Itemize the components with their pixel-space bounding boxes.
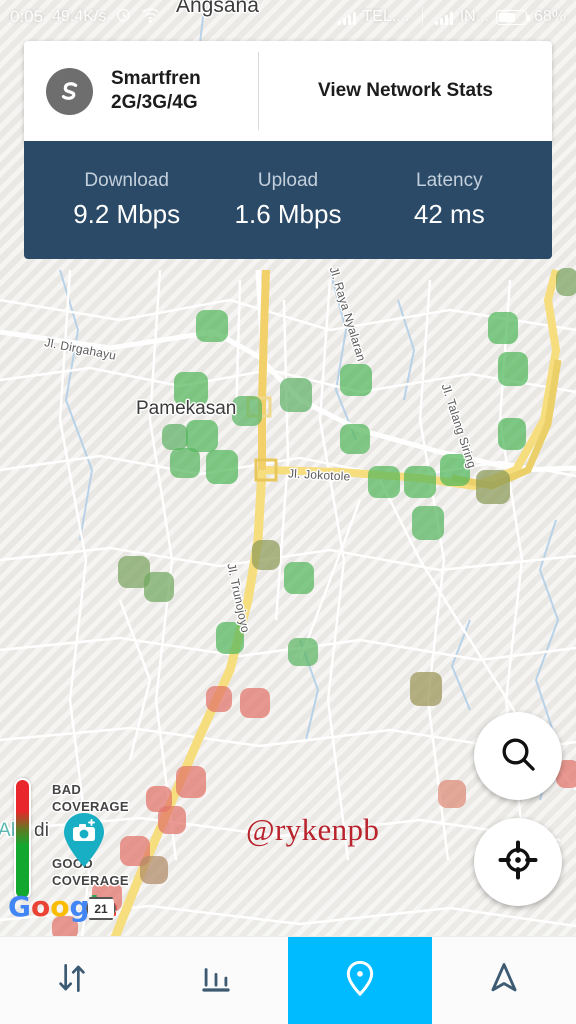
- coverage-tile: [340, 424, 370, 454]
- smartfren-logo-icon: [46, 67, 93, 115]
- coverage-tile: [240, 688, 270, 718]
- carrier-name-line2: 2G/3G/4G: [111, 92, 198, 113]
- coverage-tile: [140, 856, 168, 884]
- coverage-tile: [488, 312, 518, 344]
- coverage-tile: [280, 378, 312, 412]
- network-card-header: Smartfren 2G/3G/4G View Network Stats: [24, 41, 552, 141]
- crosshair-icon: [498, 840, 538, 885]
- coverage-tile: [196, 310, 228, 342]
- metric-download-label: Download: [84, 170, 169, 191]
- status-divider: [421, 7, 423, 27]
- search-icon: [498, 734, 538, 779]
- coverage-tile: [170, 448, 200, 478]
- coverage-tile: [498, 418, 526, 450]
- tab-navigate[interactable]: [432, 937, 576, 1024]
- signal-bars-sim2: [434, 10, 453, 25]
- metric-download-value: 9.2 Mbps: [73, 199, 181, 229]
- status-time: 0:05: [10, 7, 44, 26]
- speed-metrics-panel: Download 9.2 Mbps Upload 1.6 Mbps Latenc…: [24, 141, 552, 259]
- status-bar-right: TEL.... IN... 68%: [337, 7, 566, 27]
- status-bar: 0:05 49.4K/s TEL.... IN... 68%: [0, 0, 576, 34]
- sim1-label: TEL....: [362, 8, 410, 25]
- network-card: Smartfren 2G/3G/4G View Network Stats Do…: [24, 41, 552, 259]
- signal-bars-sim1: [337, 10, 356, 25]
- coverage-tile: [206, 450, 238, 484]
- coverage-tile: [252, 540, 280, 570]
- tab-stats[interactable]: [144, 937, 288, 1024]
- road-shield: 21: [86, 897, 116, 920]
- coverage-tile: [340, 364, 372, 396]
- coverage-tile: [438, 780, 466, 808]
- locate-fab[interactable]: [474, 818, 562, 906]
- camera-pin-icon[interactable]: [62, 812, 106, 873]
- coverage-tile: [176, 766, 206, 798]
- metric-latency-value: 42 ms: [413, 199, 485, 229]
- coverage-tile: [556, 268, 576, 296]
- navigation-arrow-icon: [485, 959, 523, 1002]
- carrier-name-block: Smartfren 2G/3G/4G: [111, 67, 201, 116]
- watermark: @rykenpb: [246, 812, 380, 847]
- search-fab[interactable]: [474, 712, 562, 800]
- carrier-name-line1: Smartfren: [111, 67, 201, 89]
- sim2-label: IN...: [459, 8, 489, 25]
- metric-upload-label: Upload: [257, 170, 319, 191]
- coverage-tile: [144, 572, 174, 602]
- coverage-tile: [412, 506, 444, 540]
- legend-good-line2: COVERAGE: [52, 872, 129, 888]
- metric-upload: Upload 1.6 Mbps: [207, 170, 368, 230]
- status-network-speed: 49.4K/s: [52, 8, 107, 25]
- coverage-tile: [158, 806, 186, 834]
- metric-latency-label: Latency: [416, 170, 483, 191]
- metric-upload-value: 1.6 Mbps: [234, 199, 342, 229]
- bottom-navigation: [0, 936, 576, 1024]
- coverage-tile: [498, 352, 528, 386]
- coverage-gradient-bar: [14, 778, 31, 900]
- app-root: Pamekasan Angsana Jl. Dirgahayu Jl. Raya…: [0, 0, 576, 1024]
- carrier-info[interactable]: Smartfren 2G/3G/4G: [24, 67, 258, 116]
- metric-latency: Latency 42 ms: [369, 170, 530, 230]
- view-network-stats-button[interactable]: View Network Stats: [259, 80, 552, 102]
- coverage-tile: [288, 638, 318, 666]
- tab-speedtest[interactable]: [0, 937, 144, 1024]
- coverage-tile: [162, 424, 188, 450]
- bar-chart-icon: [199, 961, 233, 1000]
- coverage-tile: [404, 466, 436, 498]
- coverage-tile: [476, 470, 510, 504]
- map-city-label: Pamekasan: [136, 398, 237, 419]
- partial-label-di: di: [34, 820, 50, 841]
- legend-bad-line1: BAD: [52, 782, 82, 797]
- coverage-tile: [232, 396, 262, 426]
- wifi-icon: [141, 7, 160, 28]
- map-pin-icon: [340, 958, 380, 1003]
- coverage-tile: [284, 562, 314, 594]
- legend-bad-label: BAD COVERAGE: [52, 782, 129, 815]
- metric-download: Download 9.2 Mbps: [46, 170, 207, 230]
- coverage-tile: [206, 686, 232, 712]
- battery-percent: 68%: [533, 8, 566, 25]
- coverage-tile: [410, 672, 442, 706]
- status-bar-left: 0:05 49.4K/s: [10, 6, 160, 28]
- up-down-arrows-icon: [53, 959, 91, 1002]
- coverage-tile: [368, 466, 400, 498]
- battery-icon: [495, 9, 530, 25]
- alarm-clock-icon: [115, 6, 132, 28]
- tab-map[interactable]: [288, 937, 432, 1024]
